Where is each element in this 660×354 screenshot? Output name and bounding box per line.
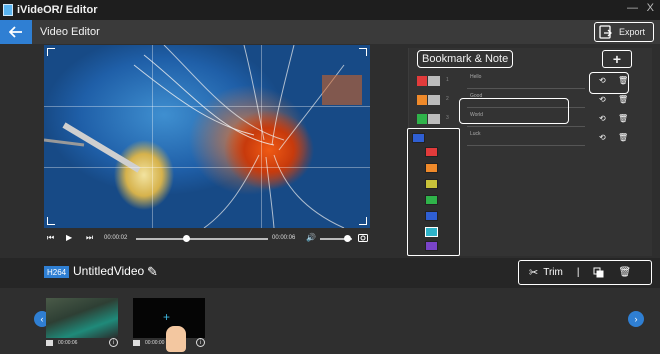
window-title: iVideOR/ Editor — [17, 4, 98, 16]
minimize-button[interactable]: — — [627, 2, 638, 14]
flag-icon[interactable] — [417, 95, 427, 105]
crop-corner[interactable] — [359, 48, 367, 56]
split-icon[interactable] — [593, 267, 604, 278]
color-option-blue[interactable] — [425, 211, 438, 221]
selected-flag-icon — [412, 133, 425, 143]
crop-corner[interactable] — [47, 48, 55, 56]
crop-corner[interactable] — [47, 217, 55, 225]
export-icon — [599, 25, 612, 39]
grid-line — [44, 167, 370, 168]
film-icon — [46, 340, 53, 346]
bookmark-panel-title: Bookmark & Note — [417, 50, 514, 68]
row-number: 3 — [446, 115, 449, 121]
info-icon[interactable]: i — [196, 338, 205, 347]
trash-icon[interactable]: 🗑 — [618, 95, 628, 104]
page-title: Video Editor — [40, 26, 100, 38]
arrow-left-icon — [9, 26, 22, 38]
replay-icon[interactable]: ⟲ — [599, 95, 606, 104]
color-dropdown[interactable] — [428, 114, 440, 124]
actions-highlight — [589, 72, 629, 94]
grid-line — [44, 106, 370, 107]
seek-handle[interactable] — [182, 235, 190, 242]
flag-icon[interactable] — [417, 76, 427, 86]
add-bookmark-button[interactable]: + — [602, 50, 632, 68]
volume-icon[interactable]: 🔊 — [306, 233, 316, 242]
title-bar: iVideOR/ Editor — X — [0, 0, 660, 20]
video-preview[interactable] — [44, 45, 370, 228]
note-edit-highlight — [459, 98, 569, 124]
end-time: 00:00:06 — [272, 235, 296, 241]
replay-icon[interactable]: ⟲ — [599, 133, 606, 142]
current-time: 00:00:02 — [104, 235, 128, 241]
color-dropdown[interactable] — [428, 76, 440, 86]
codec-badge: H264 — [44, 266, 70, 278]
surgery-frame-image — [44, 45, 362, 228]
note-field[interactable]: Hello — [467, 73, 585, 89]
pointer-hand-icon — [166, 326, 186, 352]
color-option-yellow[interactable] — [425, 179, 438, 189]
crop-corner[interactable] — [359, 217, 367, 225]
row-number: 1 — [446, 77, 449, 83]
export-button[interactable]: Export — [594, 22, 654, 42]
replay-icon[interactable]: ⟲ — [599, 114, 606, 123]
timeline-next-button[interactable]: › — [628, 311, 644, 327]
play-icon[interactable]: ▶ — [66, 233, 72, 242]
row-number: 2 — [446, 96, 449, 102]
clip-meta: 00:00:00 — [133, 340, 164, 346]
color-dropdown[interactable] — [428, 95, 440, 105]
flag-color-menu[interactable] — [407, 128, 460, 256]
grid-line — [152, 45, 153, 228]
clip-thumbnail[interactable] — [46, 298, 118, 338]
video-editor-app: iVideOR/ Editor — X Video Editor Export — [0, 0, 660, 354]
export-label: Export — [619, 27, 646, 37]
trash-icon[interactable]: 🗑 — [618, 114, 628, 123]
delete-clip-icon[interactable]: 🗑 — [618, 267, 631, 278]
trim-button[interactable]: Trim — [543, 267, 563, 278]
color-option-purple[interactable] — [425, 241, 438, 251]
clip-duration: 00:00:06 — [58, 340, 78, 346]
note-field[interactable]: Luck — [467, 130, 585, 146]
close-button[interactable]: X — [647, 2, 654, 14]
clip-tools: ✂ Trim | 🗑 — [518, 260, 652, 285]
trash-icon[interactable]: 🗑 — [618, 133, 628, 142]
volume-handle[interactable] — [343, 235, 351, 242]
color-option-orange[interactable] — [425, 163, 438, 173]
color-option-green[interactable] — [425, 195, 438, 205]
color-option-red[interactable] — [425, 147, 438, 157]
header-bar: Video Editor Export — [0, 20, 660, 44]
player-controls: ⏮ ▶ ⏭ 00:00:02 00:00:06 🔊 — [44, 229, 370, 247]
seek-bar[interactable] — [136, 238, 268, 240]
skip-forward-icon[interactable]: ⏭ — [86, 233, 93, 243]
clip-meta: 00:00:06 — [46, 340, 77, 346]
skip-back-icon[interactable]: ⏮ — [47, 233, 54, 243]
trim-icon[interactable]: ✂ — [529, 266, 538, 279]
flag-icon[interactable] — [417, 114, 427, 124]
back-button[interactable] — [0, 20, 32, 44]
film-icon — [133, 340, 140, 346]
app-logo-icon — [3, 4, 13, 16]
edit-name-icon[interactable]: ✎ — [147, 264, 158, 280]
project-name: UntitledVideo — [73, 264, 145, 278]
tool-separator: | — [576, 267, 580, 278]
grid-line — [261, 45, 262, 228]
color-option-cyan[interactable] — [425, 227, 438, 237]
clip-duration: 00:00:00 — [145, 340, 165, 346]
info-icon[interactable]: i — [109, 338, 118, 347]
camera-icon[interactable] — [358, 233, 368, 242]
add-clip-icon[interactable]: + — [163, 310, 170, 324]
